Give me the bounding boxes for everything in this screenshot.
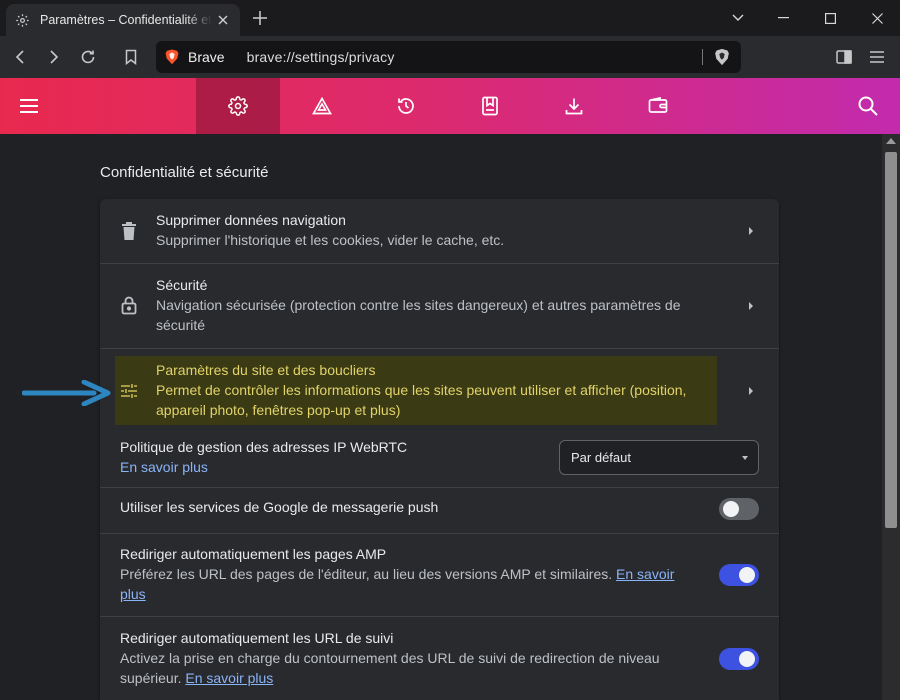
row-subtitle-line1: Permet de contrôler les informations que… <box>156 382 687 398</box>
clear-browsing-data-row[interactable]: Supprimer données navigation Supprimer l… <box>100 199 779 264</box>
tracking-description-end: supérieur. <box>120 670 182 686</box>
annotation-arrow-icon <box>22 380 111 406</box>
chevron-right-icon <box>749 302 753 310</box>
push-messaging-toggle[interactable] <box>719 498 759 520</box>
tab-title: Paramètres – Confidentialité et sécurité <box>40 13 212 27</box>
browser-toolbar: Brave brave://settings/privacy <box>0 36 900 78</box>
row-subtitle: Préférez les URL des pages de l'éditeur,… <box>120 564 674 584</box>
bookmarks-icon[interactable] <box>448 78 532 134</box>
brand-label: Brave <box>188 49 225 65</box>
sliders-icon <box>121 384 137 398</box>
gear-icon[interactable] <box>196 78 280 134</box>
reload-icon[interactable] <box>77 46 99 68</box>
amp-description: Préférez les URL des pages de l'éditeur,… <box>120 566 613 582</box>
history-icon[interactable] <box>364 78 448 134</box>
row-title: Rediriger automatiquement les pages AMP <box>120 546 387 562</box>
row-subtitle: Supprimer l'historique et les cookies, v… <box>156 232 505 248</box>
omnibox-divider <box>702 49 703 65</box>
settings-header <box>0 78 900 134</box>
chevron-down-icon[interactable] <box>715 0 761 36</box>
tracking-url-row: Rediriger automatiquement les URL de sui… <box>100 616 779 700</box>
security-row[interactable]: Sécurité Navigation sécurisée (protectio… <box>100 263 779 348</box>
privacy-settings-card: Supprimer données navigation Supprimer l… <box>100 199 779 700</box>
row-subtitle-line1: Navigation sécurisée (protection contre … <box>156 297 681 313</box>
amp-redirect-toggle[interactable] <box>719 564 759 586</box>
toggle-knob <box>739 651 755 667</box>
url-text[interactable]: brave://settings/privacy <box>247 49 395 65</box>
push-messaging-row: Utiliser les services de Google de messa… <box>100 487 779 534</box>
chevron-right-icon <box>749 387 753 395</box>
title-bar: Paramètres – Confidentialité et sécurité <box>0 0 900 36</box>
row-title: Paramètres du site et des boucliers <box>156 362 376 378</box>
trash-icon <box>122 222 136 240</box>
rewards-triangle-icon[interactable] <box>280 78 364 134</box>
row-title: Sécurité <box>156 277 208 293</box>
sidebar-icon[interactable] <box>833 46 855 68</box>
learn-more-link[interactable]: En savoir <box>616 566 674 582</box>
row-title: Utiliser les services de Google de messa… <box>120 499 439 515</box>
row-title: Supprimer données navigation <box>156 212 346 228</box>
lock-icon <box>121 296 137 315</box>
caret-down-icon <box>742 456 748 460</box>
row-title: Rediriger automatiquement les URL de sui… <box>120 630 394 646</box>
plus-icon[interactable] <box>250 8 270 28</box>
select-value: Par défaut <box>571 450 631 465</box>
page-scrollbar[interactable] <box>882 134 900 700</box>
close-icon[interactable] <box>214 11 232 29</box>
learn-more-link[interactable]: En savoir plus <box>120 457 208 477</box>
search-icon[interactable] <box>856 94 880 118</box>
bookmark-icon[interactable] <box>120 46 142 68</box>
toggle-knob <box>739 567 755 583</box>
toggle-knob <box>723 501 739 517</box>
site-settings-row[interactable]: Paramètres du site et des boucliers Perm… <box>100 348 779 433</box>
row-subtitle-line2: appareil photo, fenêtres pop-up et plus) <box>156 402 401 418</box>
page-title: Confidentialité et sécurité <box>100 164 269 181</box>
menu-icon[interactable] <box>866 46 888 68</box>
scrollbar-thumb[interactable] <box>885 152 897 528</box>
row-subtitle-line2: sécurité <box>156 317 206 333</box>
amp-redirect-row: Rediriger automatiquement les pages AMP … <box>100 533 779 617</box>
chevron-right-icon <box>749 227 753 235</box>
row-subtitle-line1: Activez la prise en charge du contournem… <box>120 650 660 666</box>
wallet-icon[interactable] <box>616 78 700 134</box>
brave-logo-icon <box>165 49 179 65</box>
brave-shield-icon[interactable] <box>713 48 731 66</box>
forward-icon[interactable] <box>43 46 65 68</box>
tracking-url-toggle[interactable] <box>719 648 759 670</box>
learn-more-link-continued[interactable]: plus <box>120 584 146 604</box>
maximize-button[interactable] <box>807 0 853 36</box>
minimize-button[interactable] <box>760 0 806 36</box>
learn-more-link[interactable]: En savoir plus <box>185 670 273 686</box>
window-close-button[interactable] <box>854 0 900 36</box>
download-icon[interactable] <box>532 78 616 134</box>
browser-tab[interactable]: Paramètres – Confidentialité et sécurité <box>6 4 240 36</box>
back-icon[interactable] <box>9 46 31 68</box>
row-title: Politique de gestion des adresses IP Web… <box>120 439 408 455</box>
address-bar[interactable]: Brave brave://settings/privacy <box>156 41 741 73</box>
gear-icon <box>14 12 30 28</box>
webrtc-policy-select[interactable]: Par défaut <box>559 440 759 475</box>
scroll-up-icon[interactable] <box>886 138 896 144</box>
row-subtitle-line2: supérieur. En savoir plus <box>120 668 273 688</box>
hamburger-icon[interactable] <box>18 96 40 116</box>
